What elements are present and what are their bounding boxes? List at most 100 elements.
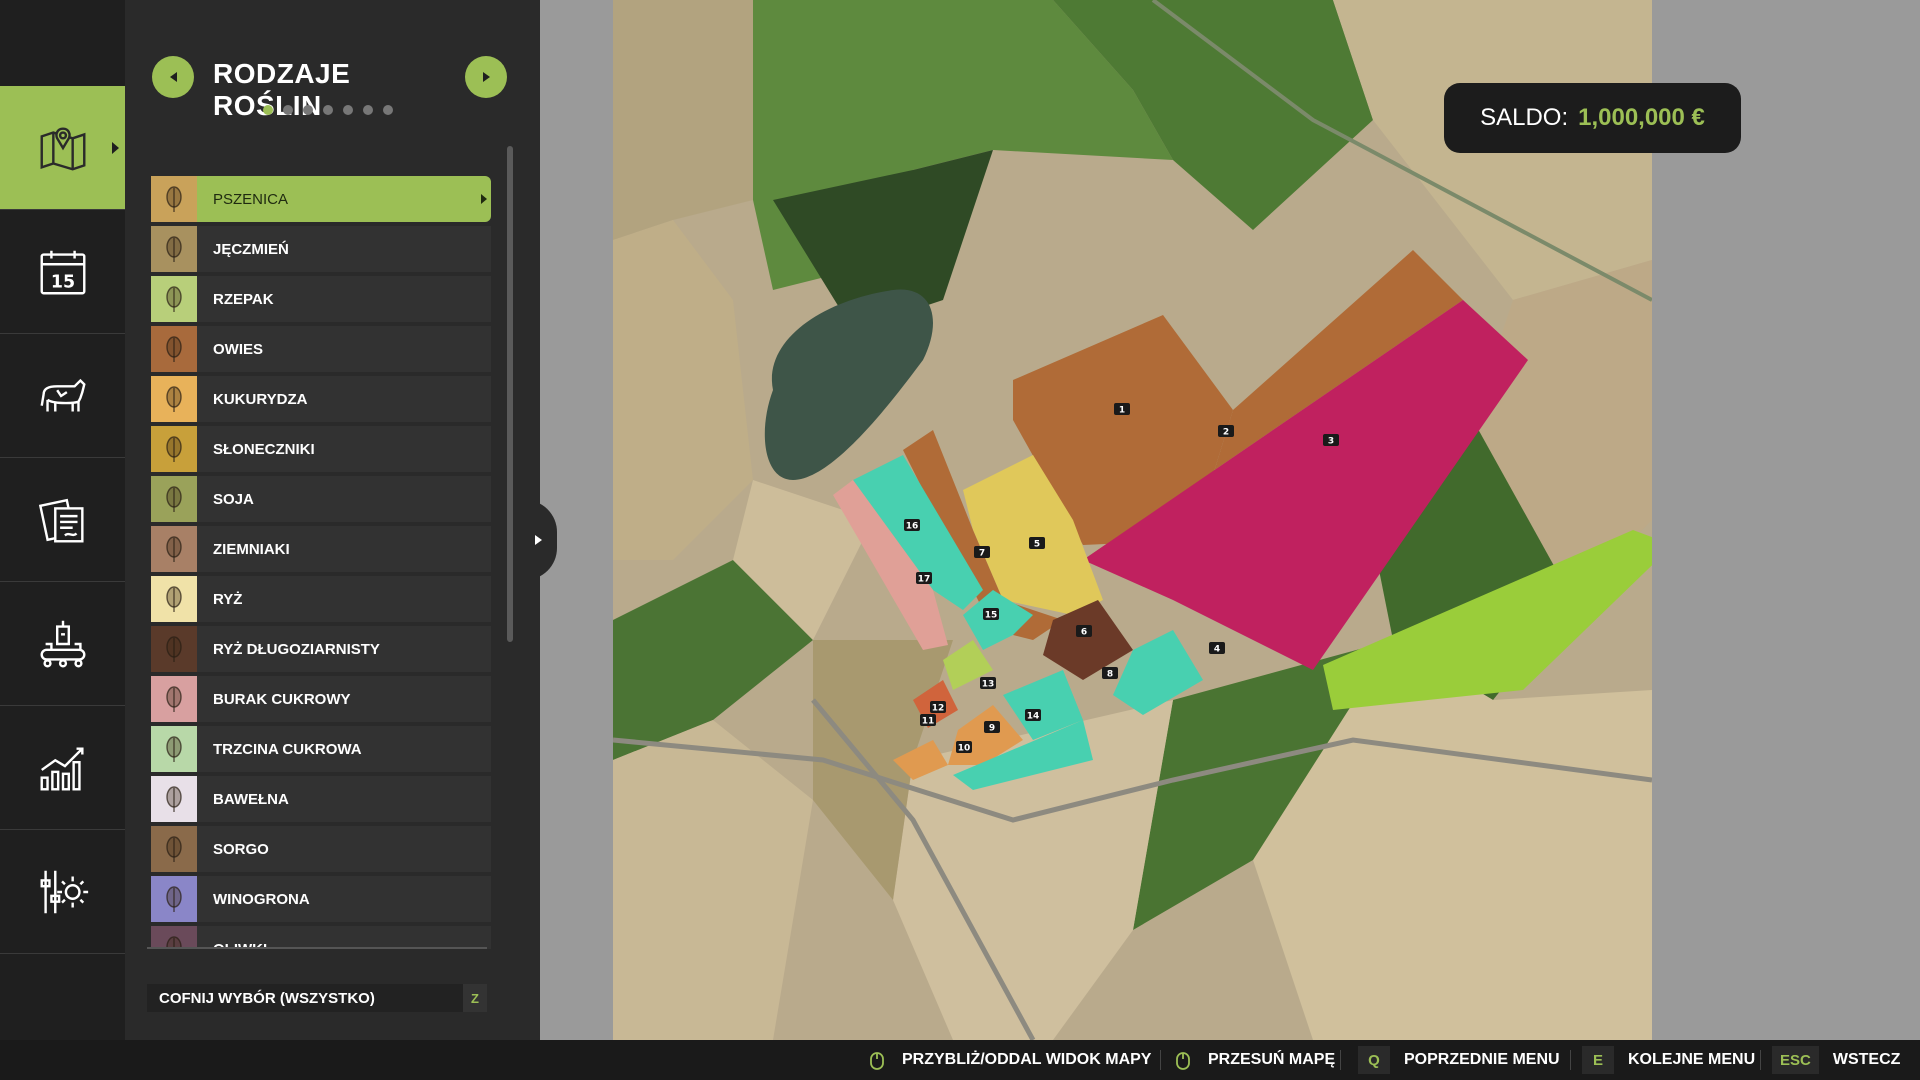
hint-previous-label: POPRZEDNIE MENU	[1404, 1051, 1560, 1068]
crop-item-3[interactable]: RZEPAK	[151, 276, 491, 322]
crop-label: ZIEMNIAKI	[213, 540, 290, 558]
crop-item-16[interactable]: OLIWKI	[151, 926, 491, 949]
key-q: Q	[1358, 1046, 1390, 1074]
hint-back-label: WSTECZ	[1832, 1051, 1901, 1068]
corn-icon	[166, 386, 182, 412]
crop-item-11[interactable]: BURAK CUKROWY	[151, 676, 491, 722]
rail-item-calendar[interactable]: 15	[0, 210, 125, 334]
field-number: 8	[1107, 670, 1113, 680]
reset-selection-button[interactable]: COFNIJ WYBÓR (WSZYSTKO) Z	[147, 984, 487, 1012]
crop-item-9[interactable]: RYŻ	[151, 576, 491, 622]
potato-icon	[166, 536, 182, 562]
reset-label: COFNIJ WYBÓR (WSZYSTKO)	[159, 989, 375, 1007]
crop-label: SŁONECZNIKI	[213, 440, 315, 458]
field-badge-11[interactable]: 11	[920, 714, 936, 727]
field-badge-9[interactable]: 9	[984, 721, 1000, 734]
cotton-icon	[166, 786, 182, 812]
hint-next-menu[interactable]: E KOLEJNE MENU	[1582, 1040, 1755, 1080]
crop-item-12[interactable]: TRZCINA CUKROWA	[151, 726, 491, 772]
menu-rail: 15	[0, 0, 125, 1040]
cow-icon	[40, 378, 86, 411]
rail-item-contracts[interactable]	[0, 458, 125, 582]
crop-label: BAWEŁNA	[213, 790, 289, 808]
field-badge-7[interactable]: 7	[974, 546, 990, 559]
crop-item-5[interactable]: KUKURYDZA	[151, 376, 491, 422]
rail-item-map[interactable]	[0, 86, 125, 210]
hint-zoom-map[interactable]: PRZYBLIŻ/ODDAL WIDOK MAPY	[866, 1040, 1151, 1080]
page-dot[interactable]	[363, 105, 373, 115]
field-badge-6[interactable]: 6	[1076, 625, 1092, 638]
crop-item-8[interactable]: ZIEMNIAKI	[151, 526, 491, 572]
page-dot[interactable]	[343, 105, 353, 115]
crop-item-4[interactable]: OWIES	[151, 326, 491, 372]
field-badge-10[interactable]: 10	[956, 741, 972, 754]
page-dot[interactable]	[263, 105, 273, 115]
crop-item-13[interactable]: BAWEŁNA	[151, 776, 491, 822]
next-page-button[interactable]	[465, 56, 507, 98]
crop-item-2[interactable]: JĘCZMIEŃ	[151, 226, 491, 272]
field-badge-4[interactable]: 4	[1209, 642, 1225, 655]
crop-label: SOJA	[213, 490, 254, 508]
hint-pan-map[interactable]: PRZESUŃ MAPĘ	[1172, 1040, 1335, 1080]
prev-page-button[interactable]	[152, 56, 194, 98]
field-number: 4	[1214, 645, 1220, 655]
list-divider	[147, 947, 487, 949]
field-badge-15[interactable]: 15	[983, 608, 999, 621]
hint-back[interactable]: ESC WSTECZ	[1772, 1040, 1900, 1080]
page-dot[interactable]	[383, 105, 393, 115]
crop-icon-box	[151, 476, 197, 522]
crop-label: RYŻ	[213, 590, 243, 608]
rice-icon	[166, 586, 182, 612]
crop-icon-box	[151, 426, 197, 472]
field-badge-5[interactable]: 5	[1029, 537, 1045, 550]
hint-previous-menu[interactable]: Q POPRZEDNIE MENU	[1358, 1040, 1560, 1080]
crop-item-6[interactable]: SŁONECZNIKI	[151, 426, 491, 472]
rail-item-settings[interactable]	[0, 830, 125, 954]
hint-separator	[1760, 1050, 1761, 1070]
reset-key-hint: Z	[463, 984, 487, 1012]
field-badge-12[interactable]: 12	[930, 701, 946, 714]
crop-icon-box	[151, 176, 197, 222]
field-number: 13	[982, 680, 995, 690]
crop-item-1[interactable]: PSZENICA	[151, 176, 491, 222]
field-badge-16[interactable]: 16	[904, 519, 920, 532]
field-badge-14[interactable]: 14	[1025, 709, 1041, 722]
crop-item-14[interactable]: SORGO	[151, 826, 491, 872]
rail-item-animals[interactable]	[0, 334, 125, 458]
crop-item-15[interactable]: WINOGRONA	[151, 876, 491, 922]
field-badge-8[interactable]: 8	[1102, 667, 1118, 680]
calendar-icon: 15	[40, 250, 85, 294]
crop-icon-box	[151, 526, 197, 572]
field-number: 12	[932, 704, 945, 714]
field-badge-1[interactable]: 1	[1114, 403, 1130, 416]
page-dot[interactable]	[323, 105, 333, 115]
field-badge-2[interactable]: 2	[1218, 425, 1234, 438]
crop-icon-box	[151, 826, 197, 872]
sugarcane-icon	[166, 736, 182, 762]
field-badge-3[interactable]: 3	[1323, 434, 1339, 447]
hint-pan-label: PRZESUŃ MAPĘ	[1208, 1051, 1336, 1068]
farm-map[interactable]: 1 2 3 4 5 6 7 8 9 10 11 12 13 14 15 16 17	[613, 0, 1652, 1040]
crop-item-7[interactable]: SOJA	[151, 476, 491, 522]
map-canvas[interactable]: 1234567891011121314151617	[613, 0, 1652, 1040]
canola-icon	[166, 286, 182, 312]
rail-item-statistics[interactable]	[0, 706, 125, 830]
barley-icon	[166, 236, 182, 262]
field-badge-13[interactable]: 13	[980, 677, 996, 690]
field-number: 17	[918, 575, 931, 585]
rail-item-production[interactable]	[0, 582, 125, 706]
crop-item-10[interactable]: RYŻ DŁUGOZIARNISTY	[151, 626, 491, 672]
crop-types-panel: RODZAJE ROŚLIN PSZENICAJĘCZMIEŃRZEPAKOWI…	[125, 0, 540, 1040]
field-number: 10	[958, 744, 971, 754]
field-badge-17[interactable]: 17	[916, 572, 932, 585]
scrollbar-thumb[interactable]	[507, 146, 513, 642]
wheat-icon	[166, 186, 182, 212]
field-number: 11	[922, 717, 935, 727]
crop-icon-box	[151, 326, 197, 372]
page-dot[interactable]	[303, 105, 313, 115]
crop-icon-box	[151, 226, 197, 272]
collapse-panel-tab[interactable]	[525, 500, 557, 580]
page-dot[interactable]	[283, 105, 293, 115]
contracts-icon	[38, 498, 84, 542]
field-number: 15	[985, 611, 998, 621]
